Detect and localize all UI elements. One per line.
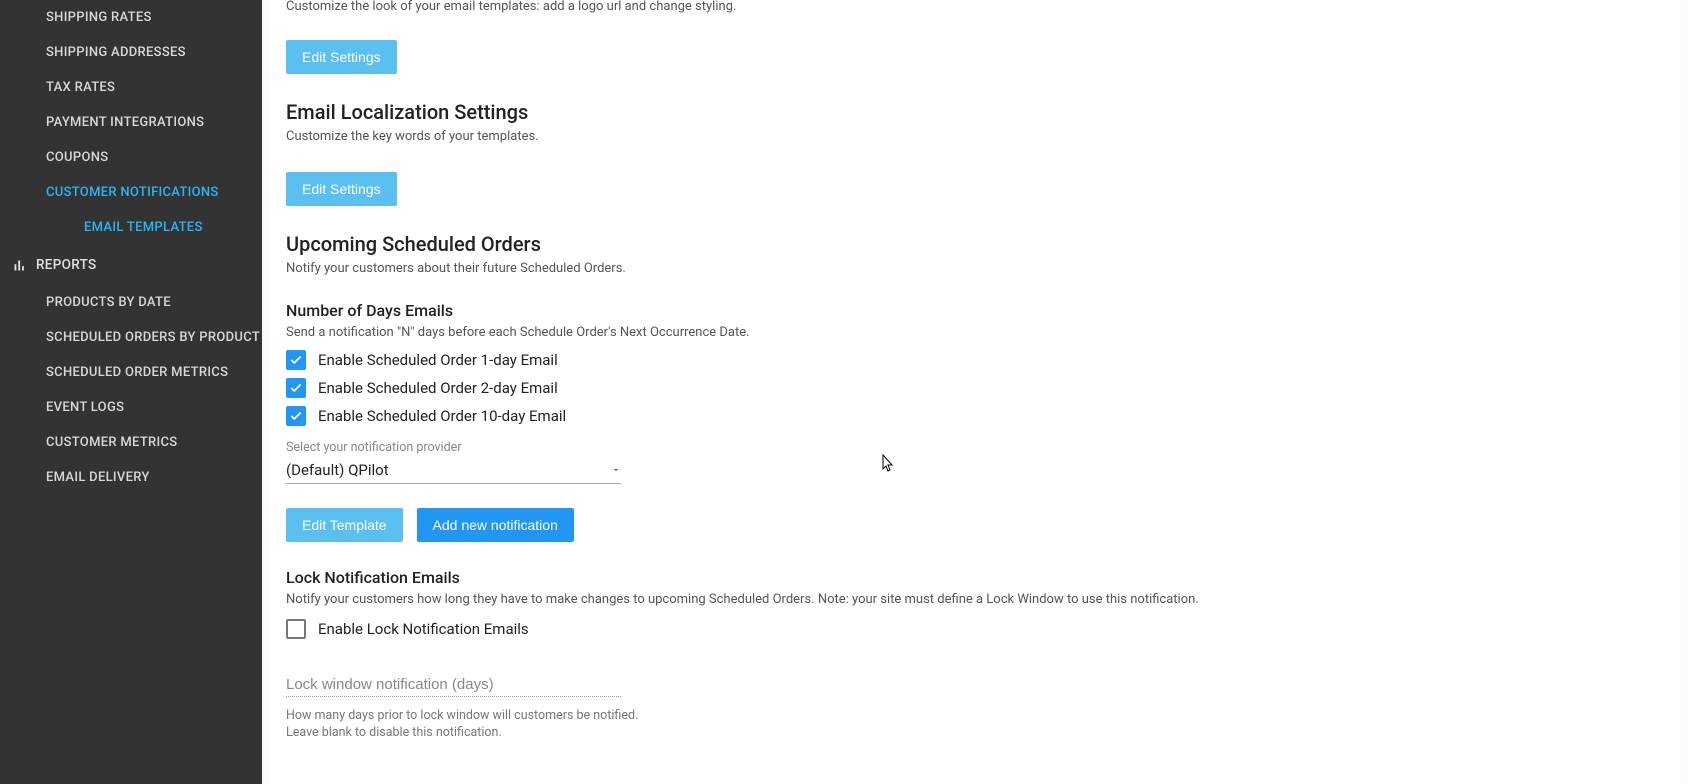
email-localization-title: Email Localization Settings (286, 100, 1664, 124)
content-card: Customize the look of your email templat… (270, 0, 1680, 784)
sidebar-item-email-delivery[interactable]: EMAIL DELIVERY (0, 460, 262, 495)
edit-settings-localization-button[interactable]: Edit Settings (286, 172, 397, 206)
bar-chart-icon (10, 258, 28, 273)
lock-window-days-input[interactable] (286, 673, 621, 697)
sidebar-item-tax-rates[interactable]: TAX RATES (0, 70, 262, 105)
enable-10-day-email-label: Enable Scheduled Order 10-day Email (318, 407, 566, 425)
enable-10-day-email-checkbox-row[interactable]: Enable Scheduled Order 10-day Email (286, 406, 1664, 426)
email-template-settings-desc: Customize the look of your email templat… (286, 0, 1664, 16)
number-of-days-desc: Send a notification "N" days before each… (286, 324, 1664, 342)
lock-notification-desc: Notify your customers how long they have… (286, 591, 1664, 609)
checkbox-unchecked-icon (286, 619, 306, 639)
sidebar-item-event-logs[interactable]: EVENT LOGS (0, 390, 262, 425)
days-button-row: Edit Template Add new notification (286, 484, 1664, 542)
enable-2-day-email-checkbox-row[interactable]: Enable Scheduled Order 2-day Email (286, 378, 1664, 398)
notification-provider-value: (Default) QPilot (286, 461, 389, 479)
checkbox-checked-icon (286, 350, 306, 370)
sidebar-item-shipping-rates[interactable]: SHIPPING RATES (0, 0, 262, 35)
email-localization-section: Email Localization Settings Customize th… (286, 100, 1664, 206)
edit-template-button[interactable]: Edit Template (286, 508, 403, 542)
lock-window-helper-1: How many days prior to lock window will … (286, 707, 1664, 725)
chevron-down-icon (611, 461, 621, 479)
number-of-days-emails-section: Number of Days Emails Send a notificatio… (286, 301, 1664, 542)
notification-provider-select[interactable]: (Default) QPilot (286, 455, 621, 484)
enable-lock-notification-checkbox-row[interactable]: Enable Lock Notification Emails (286, 619, 1664, 639)
sidebar-item-customer-metrics[interactable]: CUSTOMER METRICS (0, 425, 262, 460)
checkbox-checked-icon (286, 406, 306, 426)
main-content: Customize the look of your email templat… (262, 0, 1688, 784)
enable-2-day-email-label: Enable Scheduled Order 2-day Email (318, 379, 558, 397)
sidebar-section-label: REPORTS (36, 257, 96, 273)
upcoming-scheduled-orders-desc: Notify your customers about their future… (286, 260, 1664, 278)
email-localization-desc: Customize the key words of your template… (286, 128, 1664, 146)
sidebar-item-coupons[interactable]: COUPONS (0, 140, 262, 175)
sidebar-item-products-by-date[interactable]: PRODUCTS BY DATE (0, 285, 262, 320)
sidebar-item-customer-notifications[interactable]: CUSTOMER NOTIFICATIONS (0, 175, 262, 210)
upcoming-scheduled-orders-title: Upcoming Scheduled Orders (286, 232, 1664, 256)
sidebar-item-scheduled-order-metrics[interactable]: SCHEDULED ORDER METRICS (0, 355, 262, 390)
lock-notification-emails-section: Lock Notification Emails Notify your cus… (286, 568, 1664, 742)
sidebar-item-email-templates[interactable]: EMAIL TEMPLATES (0, 210, 262, 245)
enable-lock-notification-label: Enable Lock Notification Emails (318, 620, 529, 638)
enable-1-day-email-checkbox-row[interactable]: Enable Scheduled Order 1-day Email (286, 350, 1664, 370)
edit-settings-button[interactable]: Edit Settings (286, 40, 397, 74)
sidebar: SHIPPING RATES SHIPPING ADDRESSES TAX RA… (0, 0, 262, 784)
lock-window-helper-2: Leave blank to disable this notification… (286, 724, 1664, 742)
lock-notification-title: Lock Notification Emails (286, 568, 1664, 587)
sidebar-section-reports[interactable]: REPORTS (0, 245, 262, 285)
sidebar-item-payment-integrations[interactable]: PAYMENT INTEGRATIONS (0, 105, 262, 140)
number-of-days-title: Number of Days Emails (286, 301, 1664, 320)
email-template-settings-section: Customize the look of your email templat… (286, 0, 1664, 74)
sidebar-item-scheduled-orders-by-product[interactable]: SCHEDULED ORDERS BY PRODUCT (0, 320, 262, 355)
add-new-notification-button[interactable]: Add new notification (417, 508, 574, 542)
checkbox-checked-icon (286, 378, 306, 398)
notification-provider-label: Select your notification provider (286, 440, 1664, 455)
upcoming-scheduled-orders-section: Upcoming Scheduled Orders Notify your cu… (286, 232, 1664, 278)
enable-1-day-email-label: Enable Scheduled Order 1-day Email (318, 351, 558, 369)
sidebar-item-shipping-addresses[interactable]: SHIPPING ADDRESSES (0, 35, 262, 70)
